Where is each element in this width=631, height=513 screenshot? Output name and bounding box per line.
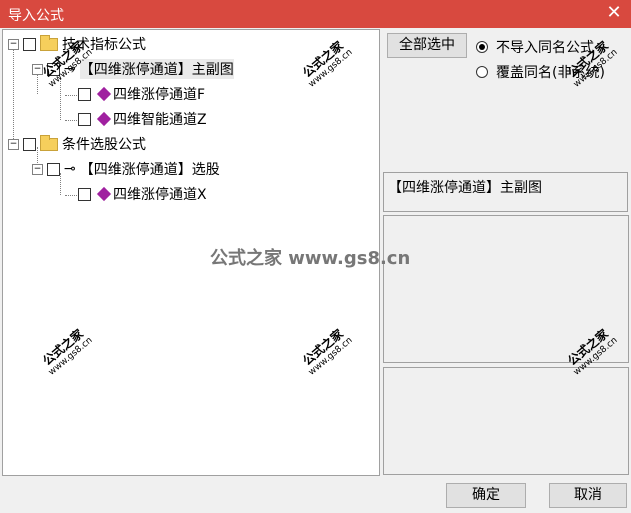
formula-icon [96, 186, 112, 202]
radio-no-import[interactable]: 不导入同名公式 [476, 37, 594, 57]
detail-box [383, 367, 629, 475]
radio-no-import-label: 不导入同名公式 [496, 40, 594, 56]
collapse-icon[interactable]: − [8, 38, 19, 50]
select-all-button[interactable]: 全部选中 [387, 33, 467, 58]
close-icon[interactable]: ✕ [603, 2, 625, 24]
tree-subgroup-label: 【四维涨停通道】主副图 [79, 59, 234, 79]
cancel-button[interactable]: 取消 [549, 483, 627, 508]
watermark-center: 公式之家 www.gs8.cn [210, 248, 411, 269]
ok-button[interactable]: 确定 [446, 483, 526, 508]
collapse-icon[interactable]: − [8, 138, 19, 150]
subgroup-checkbox[interactable] [47, 162, 60, 176]
preview-text: 【四维涨停通道】主副图 [388, 180, 542, 196]
tree-group-screener[interactable]: − 条件选股公式 [8, 133, 146, 155]
item-checkbox[interactable] [78, 112, 91, 126]
radio-icon[interactable] [476, 66, 488, 78]
folder-icon [40, 134, 58, 151]
item-checkbox[interactable] [78, 87, 91, 101]
key-icon: ⊸ [64, 161, 76, 177]
formula-icon [96, 86, 112, 102]
tree-item-label: 四维涨停通道X [113, 187, 207, 203]
group-checkbox[interactable] [23, 137, 36, 151]
tree-subgroup-label: 【四维涨停通道】选股 [79, 162, 220, 178]
tree-subgroup-screener[interactable]: − ⊸ 【四维涨停通道】选股 [32, 158, 220, 180]
folder-icon [40, 34, 58, 51]
collapse-icon[interactable]: − [32, 163, 43, 175]
tree-item-f[interactable]: 四维涨停通道F [78, 83, 205, 105]
tree-item-x[interactable]: 四维涨停通道X [78, 183, 207, 205]
preview-box: 【四维涨停通道】主副图 [383, 172, 628, 212]
title-bar: 导入公式 ✕ [0, 0, 631, 28]
tree-group-label: 条件选股公式 [62, 137, 146, 153]
window-title: 导入公式 [8, 8, 64, 24]
item-checkbox[interactable] [78, 187, 91, 201]
group-checkbox[interactable] [23, 37, 36, 51]
tree-item-label: 四维智能通道Z [113, 112, 207, 128]
radio-icon[interactable] [476, 41, 488, 53]
formula-icon [96, 111, 112, 127]
tree-item-z[interactable]: 四维智能通道Z [78, 108, 207, 130]
tree-item-label: 四维涨停通道F [113, 87, 206, 103]
